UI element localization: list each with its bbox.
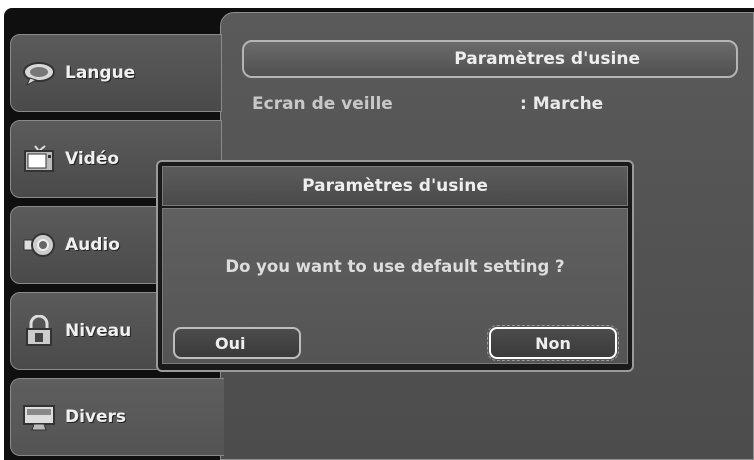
dialog-title: Paramètres d'usine <box>162 166 628 206</box>
sidebar-item-label: Divers <box>65 407 127 427</box>
sidebar-item-label: Niveau <box>65 321 132 341</box>
lock-icon <box>21 315 57 346</box>
sidebar-item-divers[interactable]: Divers <box>10 378 224 456</box>
setting-label-screensaver[interactable]: Ecran de veille <box>252 94 393 114</box>
sidebar-item-label: Audio <box>65 235 120 255</box>
sidebar-item-label: Vidéo <box>65 149 120 169</box>
confirm-dialog: Paramètres d'usine Do you want to use de… <box>156 160 634 372</box>
panel-title: Paramètres d'usine <box>242 40 738 78</box>
setting-value-screensaver[interactable]: : Marche <box>520 94 603 114</box>
sidebar-item-langue[interactable]: Langue <box>10 34 222 112</box>
yes-button[interactable]: Oui <box>173 327 301 359</box>
sidebar-item-label: Langue <box>65 63 136 83</box>
dialog-message: Do you want to use default setting ? <box>225 257 565 276</box>
tv-icon <box>21 144 57 174</box>
no-button[interactable]: Non <box>487 325 619 361</box>
dialog-body: Do you want to use default setting ? Oui… <box>162 208 628 364</box>
speaker-icon <box>21 230 57 260</box>
speech-bubble-icon <box>21 58 57 88</box>
monitor-icon <box>21 402 57 432</box>
